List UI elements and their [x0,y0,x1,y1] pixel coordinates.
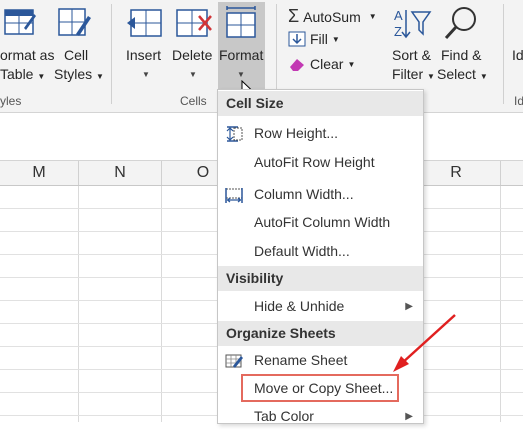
menu-item-default-width[interactable]: Default Width... [218,238,423,265]
fill-down-icon [288,31,306,47]
cell-styles-button-line2[interactable]: Styles ▼ [54,66,104,82]
gridline [161,186,162,422]
format-as-table-button[interactable]: ormat as [0,47,54,63]
clear-button[interactable]: Clear ▼ [288,56,355,72]
column-width-icon [225,188,243,203]
svg-text:A: A [394,8,403,23]
row-height-icon [226,126,243,142]
cell-styles-label-1: Cell [64,47,89,63]
gridline [78,186,79,422]
insert-cells-icon [127,9,162,37]
chevron-down-icon: ▼ [142,70,150,79]
format-cells-icon [226,6,256,38]
gridline [500,186,501,422]
sort-filter-icon: A Z [394,8,432,39]
sigma-icon: Σ [288,6,300,26]
annotation-highlight-box [241,374,399,402]
clear-label: Clear [310,56,344,72]
find-select-label-2: Select [437,66,476,82]
insert-button[interactable]: Insert [126,47,161,63]
submenu-arrow-icon: ▶ [405,411,413,422]
delete-cells-icon [176,9,212,37]
ideas-button-partial[interactable]: Id [512,47,523,63]
menu-item-label: Tab Color [254,408,314,424]
ribbon-separator [503,4,504,104]
menu-item-tab-color[interactable]: Tab Color ▶ [218,403,423,430]
menu-item-label: Row Height... [254,125,339,141]
cell-styles-icon [58,8,91,36]
menu-item-label: Column Width... [254,186,354,202]
sort-filter-button[interactable]: Filter ▼ [392,66,435,82]
fill-button[interactable]: Fill ▼ [288,31,340,47]
menu-item-autofit-column-width[interactable]: AutoFit Column Width [218,209,423,236]
chevron-down-icon: ▼ [189,70,197,79]
styles-group-label: yles [0,94,22,108]
column-header-n[interactable]: N [79,161,162,185]
chevron-down-icon: ▼ [368,12,377,21]
menu-item-label: AutoFit Row Height [254,154,375,170]
menu-item-label: Hide & Unhide [254,298,345,314]
format-as-table-label-2: Table [0,66,34,82]
format-button-label: Format [219,47,264,63]
menu-section-header: Cell Size [218,91,423,116]
menu-section-header: Visibility [218,266,423,291]
annotation-arrow-icon [393,314,456,372]
cell-styles-label-2: Styles [54,66,93,82]
chevron-down-icon: ▼ [237,70,245,79]
column-label: N [114,164,126,181]
ribbon-separator [111,4,112,104]
eraser-icon [290,59,304,71]
chevron-down-icon: ▼ [96,72,104,81]
cells-group-label: Cells [180,94,207,108]
menu-item-column-width[interactable]: Column Width... [218,181,423,208]
column-header-r[interactable]: R [412,161,501,185]
sort-filter-label-1[interactable]: Sort & [392,47,431,63]
find-select-button[interactable]: Select ▼ [437,66,488,82]
format-as-table-button-line2[interactable]: Table ▼ [0,66,45,82]
fill-label: Fill [310,31,328,47]
column-label: R [450,164,462,181]
menu-item-label: Default Width... [254,243,350,259]
search-icon [444,7,476,40]
autosum-button[interactable]: Σ AutoSum ▼ [288,6,377,27]
chevron-down-icon: ▼ [479,72,488,81]
format-as-table-icon [4,9,36,35]
cell-styles-button[interactable]: Cell [64,47,88,63]
ideas-group-label-partial: Id [514,94,523,108]
delete-button[interactable]: Delete [172,47,212,63]
find-select-label-1[interactable]: Find & [441,47,481,63]
menu-item-row-height[interactable]: Row Height... [218,120,423,147]
format-as-table-label-1: ormat as [0,47,55,63]
sort-filter-label-2: Filter [392,66,424,82]
menu-item-autofit-row-height[interactable]: AutoFit Row Height [218,149,423,176]
chevron-down-icon: ▼ [427,72,435,81]
column-label: M [32,164,46,181]
rename-sheet-icon [225,354,243,368]
chevron-down-icon: ▼ [347,59,356,69]
column-header-m[interactable]: M [0,161,79,185]
autosum-label: AutoSum [303,8,361,25]
svg-text:Z: Z [394,24,402,39]
column-label: O [196,164,210,181]
menu-item-label: Rename Sheet [254,352,348,368]
chevron-down-icon: ▼ [37,72,46,81]
chevron-down-icon: ▼ [331,34,340,44]
menu-item-label: AutoFit Column Width [254,214,391,230]
